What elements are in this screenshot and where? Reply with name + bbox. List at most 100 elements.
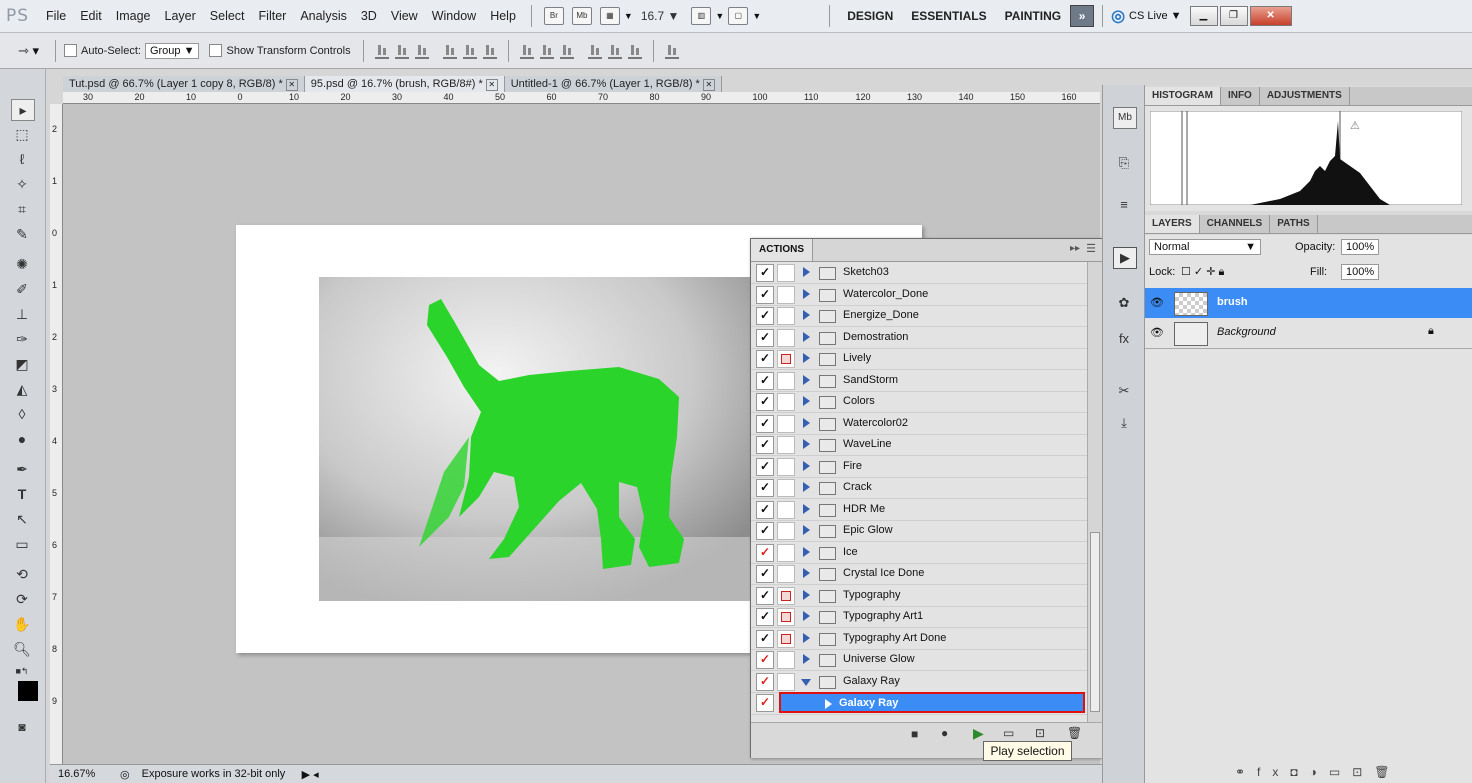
dialog-toggle[interactable] <box>777 393 795 411</box>
action-toggle-checkbox[interactable]: ✓ <box>756 328 774 347</box>
action-set-row[interactable]: ✓ Energize_Done <box>751 305 1087 327</box>
dialog-toggle[interactable] <box>777 371 795 390</box>
dialog-toggle[interactable] <box>777 522 795 540</box>
action-toggle-checkbox[interactable]: ✓ <box>756 371 774 390</box>
action-toggle-checkbox[interactable]: ✓ <box>756 586 774 605</box>
fx-panel-icon[interactable]: fx <box>1113 329 1135 349</box>
dialog-toggle[interactable] <box>777 285 795 304</box>
dialog-toggle[interactable] <box>777 651 795 669</box>
layer-row[interactable]: 👁︎ Background 🔒︎ <box>1145 318 1472 349</box>
action-toggle-checkbox[interactable]: ✓ <box>756 500 774 519</box>
align-right-icon[interactable] <box>482 43 497 59</box>
tab-untitled-1[interactable]: Untitled-1 @ 66.7% (Layer 1, RGB/8) * ✕ <box>504 76 722 92</box>
menu-file[interactable]: File <box>39 9 73 23</box>
workspace-design[interactable]: DESIGN <box>847 9 893 23</box>
delete-icon[interactable]: 🗑︎ <box>1067 726 1082 740</box>
blur-tool-icon[interactable]: ◊ <box>11 404 33 424</box>
expand-triangle-icon[interactable] <box>803 568 810 578</box>
hand-tool-icon[interactable]: ✋ <box>11 614 33 634</box>
action-set-row[interactable]: ✓ Galaxy Ray <box>751 671 1087 693</box>
menu-help[interactable]: Help <box>483 9 523 23</box>
lock-icons[interactable]: ☐ ✓ ✛ 🔒︎ <box>1181 265 1224 279</box>
action-toggle-checkbox[interactable]: ✓ <box>756 629 774 648</box>
distribute-bottom-icon[interactable] <box>559 43 574 59</box>
dialog-toggle[interactable] <box>777 672 795 691</box>
distribute-right-icon[interactable] <box>627 43 642 59</box>
status-menu-icon[interactable]: ▶ ◂ <box>302 768 319 781</box>
action-toggle-checkbox[interactable]: ✓ <box>756 565 774 583</box>
move-tool-preset-icon[interactable]: ⇾ ▾ <box>18 43 39 59</box>
3d-orbit-tool-icon[interactable]: ⟳ <box>11 589 33 609</box>
tab-adjustments[interactable]: ADJUSTMENTS <box>1260 87 1350 105</box>
scrollbar-thumb[interactable] <box>1090 532 1100 712</box>
distribute-vcenter-icon[interactable] <box>539 43 554 59</box>
auto-select-checkbox[interactable] <box>64 44 78 57</box>
action-toggle-checkbox[interactable]: ✓ <box>756 522 774 540</box>
zoom-tool-icon[interactable]: 🔍︎ <box>11 639 33 659</box>
visibility-eye-icon[interactable]: 👁︎ <box>1150 326 1164 340</box>
tab-95-psd[interactable]: 95.psd @ 16.7% (brush, RGB/8#) * ✕ <box>304 76 505 92</box>
dialog-toggle[interactable] <box>777 264 795 282</box>
dialog-toggle[interactable] <box>777 565 795 583</box>
close-tab-icon[interactable]: ✕ <box>702 79 715 91</box>
expand-triangle-icon[interactable] <box>803 288 810 299</box>
menu-select[interactable]: Select <box>203 9 252 23</box>
minimize-button[interactable]: ▁ <box>1189 6 1218 26</box>
collapse-panel-icon[interactable]: ▸▸ <box>1070 243 1080 254</box>
dialog-toggle[interactable] <box>777 457 795 476</box>
expand-triangle-icon[interactable] <box>803 460 810 471</box>
action-toggle-checkbox[interactable]: ✓ <box>756 285 774 304</box>
expand-triangle-icon[interactable] <box>803 525 810 535</box>
distribute-hcenter-icon[interactable] <box>607 43 622 59</box>
expand-triangle-icon[interactable] <box>803 310 810 320</box>
healing-brush-tool-icon[interactable]: ✺ <box>11 254 33 274</box>
extras-icon[interactable]: ▦ <box>599 7 620 25</box>
action-toggle-checkbox[interactable]: ✓ <box>756 307 774 325</box>
status-options-icon[interactable]: ◎ <box>120 768 130 781</box>
panel-menu-icon[interactable]: ☰ <box>1086 242 1096 255</box>
action-toggle-checkbox[interactable]: ✓ <box>756 264 774 282</box>
more-workspaces-icon[interactable]: » <box>1070 5 1095 27</box>
opacity-field[interactable]: 100% <box>1341 239 1380 255</box>
action-set-row[interactable]: ✓ Crack <box>751 477 1087 499</box>
tab-info[interactable]: INFO <box>1221 87 1260 105</box>
action-toggle-checkbox[interactable]: ✓ <box>756 608 774 626</box>
record-icon[interactable]: ● <box>941 726 948 740</box>
expand-triangle-icon[interactable] <box>803 417 810 428</box>
dialog-toggle[interactable] <box>777 479 795 497</box>
selected-action-highlight[interactable]: Galaxy Ray <box>779 692 1085 713</box>
dialog-toggle[interactable] <box>777 414 795 433</box>
align-left-icon[interactable] <box>442 43 457 59</box>
action-toggle-checkbox[interactable]: ✓ <box>756 436 774 454</box>
expand-triangle-icon[interactable] <box>803 611 810 621</box>
close-button[interactable]: ✕ <box>1249 6 1292 26</box>
action-toggle-checkbox[interactable]: ✓ <box>756 350 774 368</box>
tools-presets-icon[interactable]: ✂ <box>1113 381 1135 401</box>
dialog-toggle[interactable] <box>777 586 795 605</box>
dialog-toggle[interactable] <box>777 500 795 519</box>
layer-comps-icon[interactable]: ⤓ <box>1113 413 1135 433</box>
dialog-toggle[interactable] <box>777 436 795 454</box>
menu-3d[interactable]: 3D <box>354 9 384 23</box>
play-icon[interactable]: ▶ <box>973 725 984 742</box>
dialog-toggle[interactable] <box>777 608 795 626</box>
character-panel-icon[interactable]: ≡ <box>1113 195 1135 215</box>
cs-live-button[interactable]: CS Live ▼ <box>1129 10 1181 22</box>
menu-edit[interactable]: Edit <box>73 9 109 23</box>
action-set-row[interactable]: ✓ SandStorm <box>751 370 1087 392</box>
menu-window[interactable]: Window <box>425 9 483 23</box>
actions-tab[interactable]: ACTIONS <box>751 239 813 261</box>
actions-scrollbar[interactable] <box>1087 262 1102 722</box>
align-top-icon[interactable] <box>374 43 389 59</box>
action-toggle-checkbox[interactable]: ✓ <box>756 672 774 691</box>
brush-tool-icon[interactable]: ✐ <box>11 279 33 299</box>
expand-triangle-icon[interactable] <box>803 396 810 406</box>
stop-icon[interactable]: ■ <box>911 727 918 741</box>
expand-triangle-icon[interactable] <box>803 439 810 449</box>
menu-view[interactable]: View <box>384 9 425 23</box>
action-set-row[interactable]: ✓ Watercolor_Done <box>751 284 1087 306</box>
expand-triangle-icon[interactable] <box>803 482 810 492</box>
action-toggle-checkbox[interactable]: ✓ <box>756 694 774 712</box>
layers-footer-icons[interactable]: ⚭fx◘◑▭⊡🗑︎ <box>1235 765 1402 779</box>
tab-channels[interactable]: CHANNELS <box>1200 215 1271 233</box>
